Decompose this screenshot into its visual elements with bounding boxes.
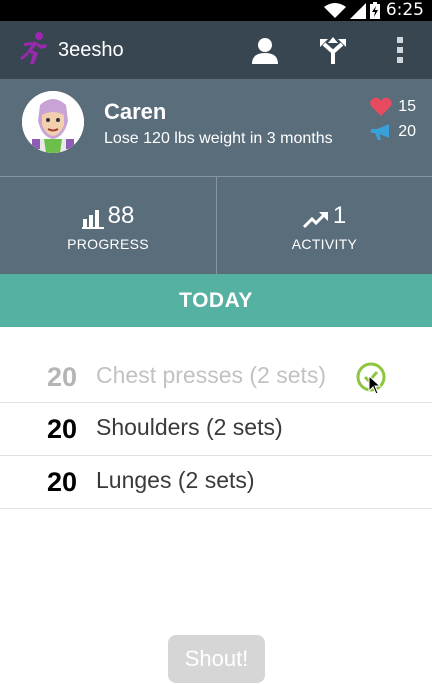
megaphone-icon bbox=[371, 124, 390, 140]
heart-icon bbox=[370, 97, 392, 116]
shouts-counter[interactable]: 20 bbox=[370, 123, 416, 141]
status-icons bbox=[324, 2, 380, 19]
directions-icon bbox=[320, 37, 346, 64]
progress-stat[interactable]: 88 PROGRESS bbox=[0, 177, 216, 274]
likes-count: 15 bbox=[398, 98, 416, 115]
activity-value: 1 bbox=[332, 202, 347, 229]
exercise-reps: 20 bbox=[47, 414, 78, 444]
avatar[interactable] bbox=[22, 91, 84, 153]
action-bar: 3eesho bbox=[0, 21, 432, 79]
overflow-menu-button[interactable] bbox=[381, 31, 419, 69]
app-title: 3eesho bbox=[58, 39, 124, 61]
likes-counter[interactable]: 15 bbox=[370, 97, 416, 117]
profile-header: Caren Lose 120 lbs weight in 3 months 15… bbox=[0, 79, 432, 176]
status-time: 6:25 bbox=[385, 0, 424, 20]
status-bar: 6:25 bbox=[0, 0, 432, 21]
exercise-name: Shoulders (2 sets) bbox=[96, 414, 283, 440]
today-header: TODAY bbox=[0, 274, 432, 327]
shouts-count: 20 bbox=[398, 123, 416, 140]
runner-logo-icon[interactable] bbox=[14, 30, 52, 73]
exercise-name: Lunges (2 sets) bbox=[96, 467, 255, 493]
progress-label: PROGRESS bbox=[67, 236, 149, 252]
overflow-menu-icon bbox=[397, 37, 403, 63]
directions-button[interactable] bbox=[314, 31, 352, 69]
mouse-cursor-icon bbox=[368, 375, 382, 395]
exercise-name: Chest presses (2 sets) bbox=[96, 362, 327, 388]
exercise-row[interactable]: 20 Shoulders (2 sets) bbox=[0, 403, 432, 456]
trending-up-icon bbox=[302, 212, 328, 229]
activity-label: ACTIVITY bbox=[291, 236, 358, 252]
exercise-row[interactable]: 20 Lunges (2 sets) bbox=[0, 456, 432, 509]
profile-button[interactable] bbox=[246, 31, 284, 69]
signal-icon bbox=[350, 2, 366, 19]
shout-button[interactable]: Shout! bbox=[168, 635, 265, 683]
user-goal: Lose 120 lbs weight in 3 months bbox=[104, 130, 333, 147]
exercise-reps: 20 bbox=[47, 467, 78, 497]
exercise-reps: 20 bbox=[47, 362, 78, 392]
person-icon bbox=[252, 38, 278, 64]
battery-icon bbox=[370, 2, 380, 19]
activity-stat[interactable]: 1 ACTIVITY bbox=[216, 177, 432, 274]
progress-value: 88 bbox=[107, 202, 135, 229]
wifi-icon bbox=[324, 2, 346, 18]
exercise-list: 20 Chest presses (2 sets) 20 Shoulders (… bbox=[0, 327, 432, 509]
user-name: Caren bbox=[104, 99, 167, 124]
stats-panel: 88 PROGRESS 1 ACTIVITY bbox=[0, 176, 432, 274]
bar-chart-icon bbox=[81, 210, 104, 229]
